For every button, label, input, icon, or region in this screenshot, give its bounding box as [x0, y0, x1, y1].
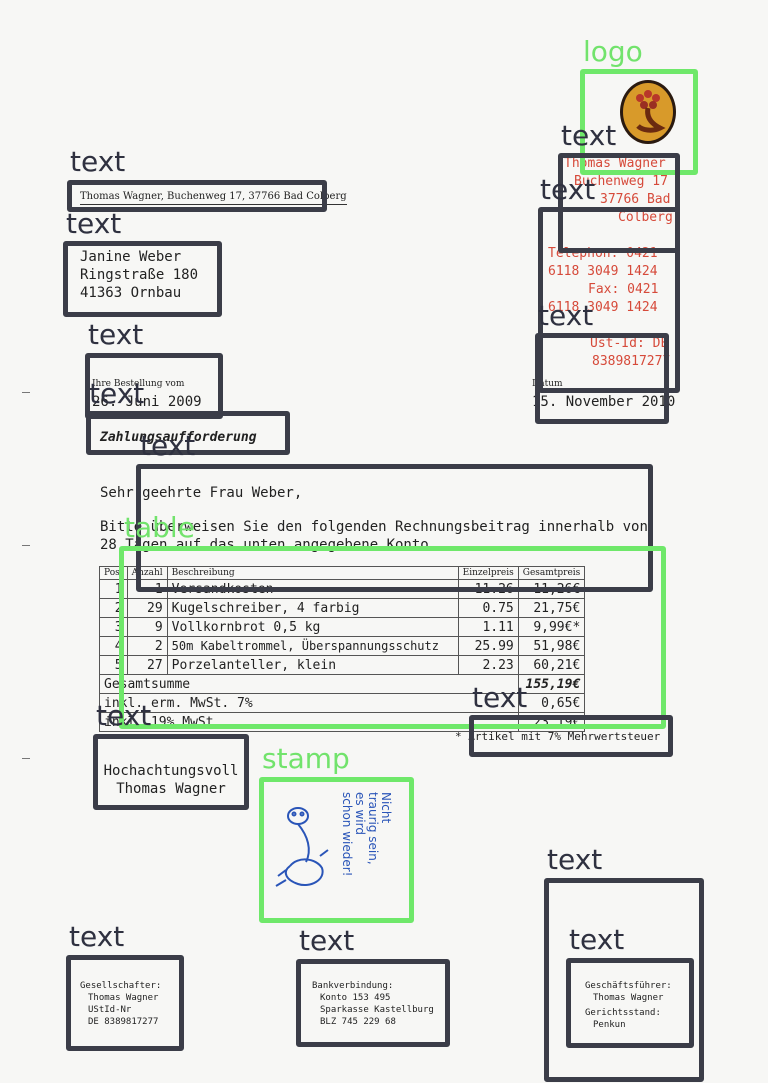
- text-box: [66, 955, 184, 1051]
- annotation-label: text: [538, 299, 594, 332]
- fold-mark: [22, 545, 30, 546]
- stamp-box: [259, 777, 414, 923]
- annotation-label: text: [140, 429, 196, 462]
- text-box: [469, 715, 673, 757]
- table-box: [119, 546, 666, 729]
- annotation-label: text: [561, 119, 617, 152]
- annotation-label: text: [569, 923, 625, 956]
- annotation-label: table: [124, 511, 195, 544]
- annotation-label: logo: [583, 35, 643, 68]
- annotation-label: text: [472, 681, 528, 714]
- annotation-label: text: [89, 377, 145, 410]
- annotation-label: text: [69, 920, 125, 953]
- annotation-label: text: [540, 173, 596, 206]
- fold-mark: [22, 758, 30, 759]
- text-box: [535, 333, 669, 424]
- annotation-label: text: [66, 207, 122, 240]
- fold-mark: [22, 392, 30, 393]
- annotation-label: text: [96, 699, 152, 732]
- text-box: [566, 958, 694, 1048]
- annotation-label: text: [88, 318, 144, 351]
- annotation-label: text: [547, 843, 603, 876]
- text-box: [63, 241, 222, 317]
- text-box: [296, 959, 450, 1047]
- annotation-label: text: [70, 145, 126, 178]
- text-box: [93, 734, 249, 810]
- annotation-label: stamp: [262, 742, 350, 775]
- annotation-label: text: [299, 924, 355, 957]
